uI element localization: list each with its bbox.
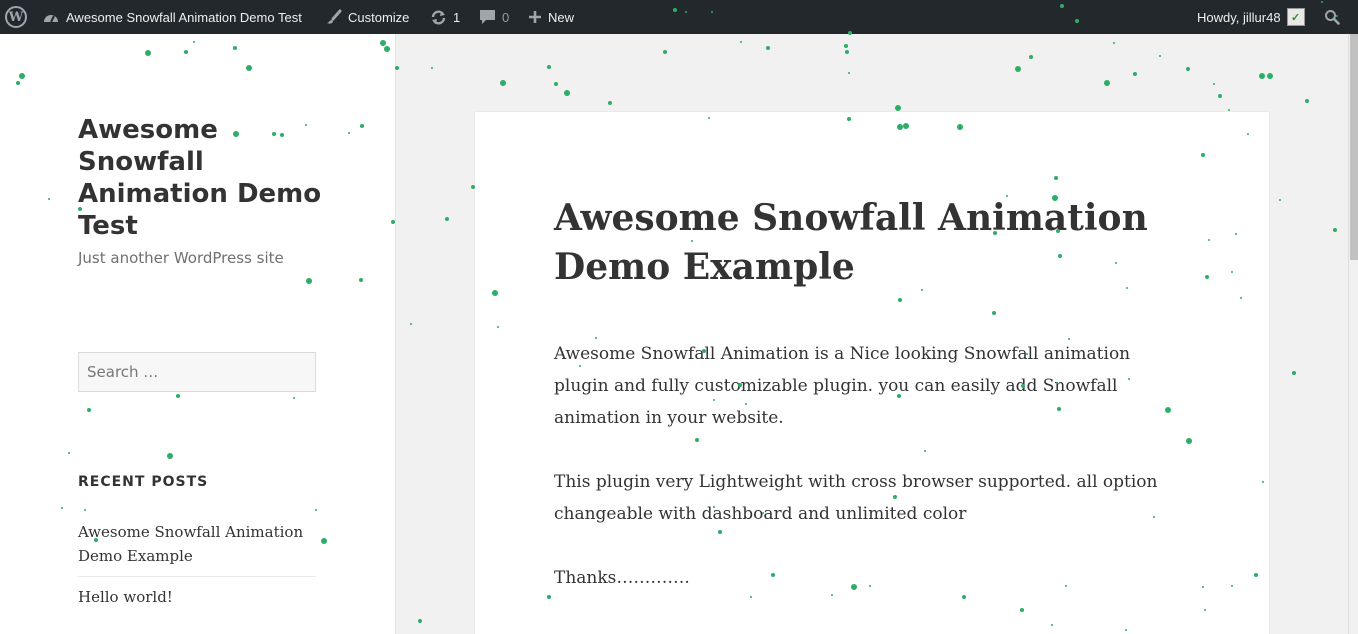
snowflake-dot <box>1228 109 1230 111</box>
snowflake-dot <box>418 619 422 623</box>
snowflake-dot <box>547 65 551 69</box>
snowflake-dot <box>1159 55 1161 57</box>
snowflake-dot <box>1259 73 1265 79</box>
recent-post-link[interactable]: Awesome Snowfall Animation Demo Example <box>78 520 316 577</box>
admin-bar: W Awesome Snowfall Animation Demo Test C… <box>0 0 1358 34</box>
snowflake-dot <box>1029 55 1033 59</box>
new-label: New <box>548 9 575 25</box>
recent-posts-heading: RECENT POSTS <box>78 474 209 490</box>
plus-icon <box>528 10 542 24</box>
site-name-label: Awesome Snowfall Animation Demo Test <box>66 9 302 25</box>
snowflake-dot <box>1305 99 1309 103</box>
comments-count: 0 <box>502 9 510 25</box>
recent-post-link[interactable]: Hello world! <box>78 585 316 617</box>
my-account-link[interactable]: Howdy, jillur48 ✓ <box>1197 0 1305 34</box>
scrollbar-thumb[interactable] <box>1350 34 1358 260</box>
paintbrush-icon <box>326 9 342 25</box>
snowflake-dot <box>564 90 570 96</box>
content-paragraph: Awesome Snowfall Animation is a Nice loo… <box>554 344 1131 428</box>
snowflake-dot <box>1015 66 1021 72</box>
snowflake-dot <box>766 46 770 50</box>
article: Awesome Snowfall Animation Demo Example … <box>475 112 1269 634</box>
snowflake-dot <box>554 82 558 86</box>
snowflake-dot <box>410 323 412 325</box>
site-title[interactable]: Awesome Snowfall Animation Demo Test <box>78 114 328 242</box>
updates-link[interactable]: 1 <box>430 0 460 34</box>
snowflake-dot <box>431 67 433 69</box>
snowflake-dot <box>1213 83 1215 85</box>
snowflake-dot <box>445 217 449 221</box>
snowflake-dot <box>1186 67 1190 71</box>
content-paragraph: This plugin very Lightweight with cross … <box>554 472 1158 524</box>
snowflake-dot <box>1113 42 1115 44</box>
snowflake-dot <box>844 44 848 48</box>
snowflake-dot <box>663 50 667 54</box>
new-content-link[interactable]: New <box>528 0 574 34</box>
entry-content: Awesome Snowfall Animation is a Nice loo… <box>554 338 1188 626</box>
snowflake-dot <box>1267 73 1273 79</box>
snowflake-dot <box>1333 228 1337 232</box>
snowflake-dot <box>1292 371 1296 375</box>
snowflake-dot <box>895 105 901 111</box>
dashboard-gauge-icon <box>42 10 60 24</box>
sidebar: Awesome Snowfall Animation Demo Test Jus… <box>0 34 396 634</box>
snowflake-dot <box>845 50 849 54</box>
snowflake-dot <box>1104 80 1110 86</box>
page-scrollbar[interactable] <box>1348 34 1358 634</box>
snowflake-dot <box>608 101 612 105</box>
wordpress-logo-icon: W <box>5 6 27 28</box>
site-description: Just another WordPress site <box>78 249 284 267</box>
snowflake-dot <box>1218 94 1222 98</box>
snowflake-dot <box>848 72 850 74</box>
snowflake-dot <box>500 80 506 86</box>
snowflake-dot <box>1133 72 1137 76</box>
snowflake-dot <box>1279 199 1281 201</box>
search-icon <box>1324 9 1340 25</box>
recent-posts-list: Awesome Snowfall Animation Demo Example … <box>78 520 316 625</box>
wordpress-logo-button[interactable]: W <box>5 0 27 34</box>
customize-label: Customize <box>348 9 410 25</box>
snowflake-dot <box>740 41 742 43</box>
avatar: ✓ <box>1286 8 1305 26</box>
entry-title: Awesome Snowfall Animation Demo Example <box>554 197 1148 288</box>
updates-count: 1 <box>453 9 461 25</box>
updates-refresh-icon <box>430 9 447 26</box>
comments-link[interactable]: 0 <box>479 0 509 34</box>
search-input[interactable]: Search … <box>78 352 316 392</box>
content-paragraph: Thanks…………. <box>554 568 690 588</box>
customize-link[interactable]: Customize <box>326 0 409 34</box>
comment-bubble-icon <box>479 9 496 25</box>
admin-search-button[interactable] <box>1324 0 1340 34</box>
howdy-label: Howdy, jillur48 <box>1197 9 1281 25</box>
site-name-link[interactable]: Awesome Snowfall Animation Demo Test <box>42 0 302 34</box>
